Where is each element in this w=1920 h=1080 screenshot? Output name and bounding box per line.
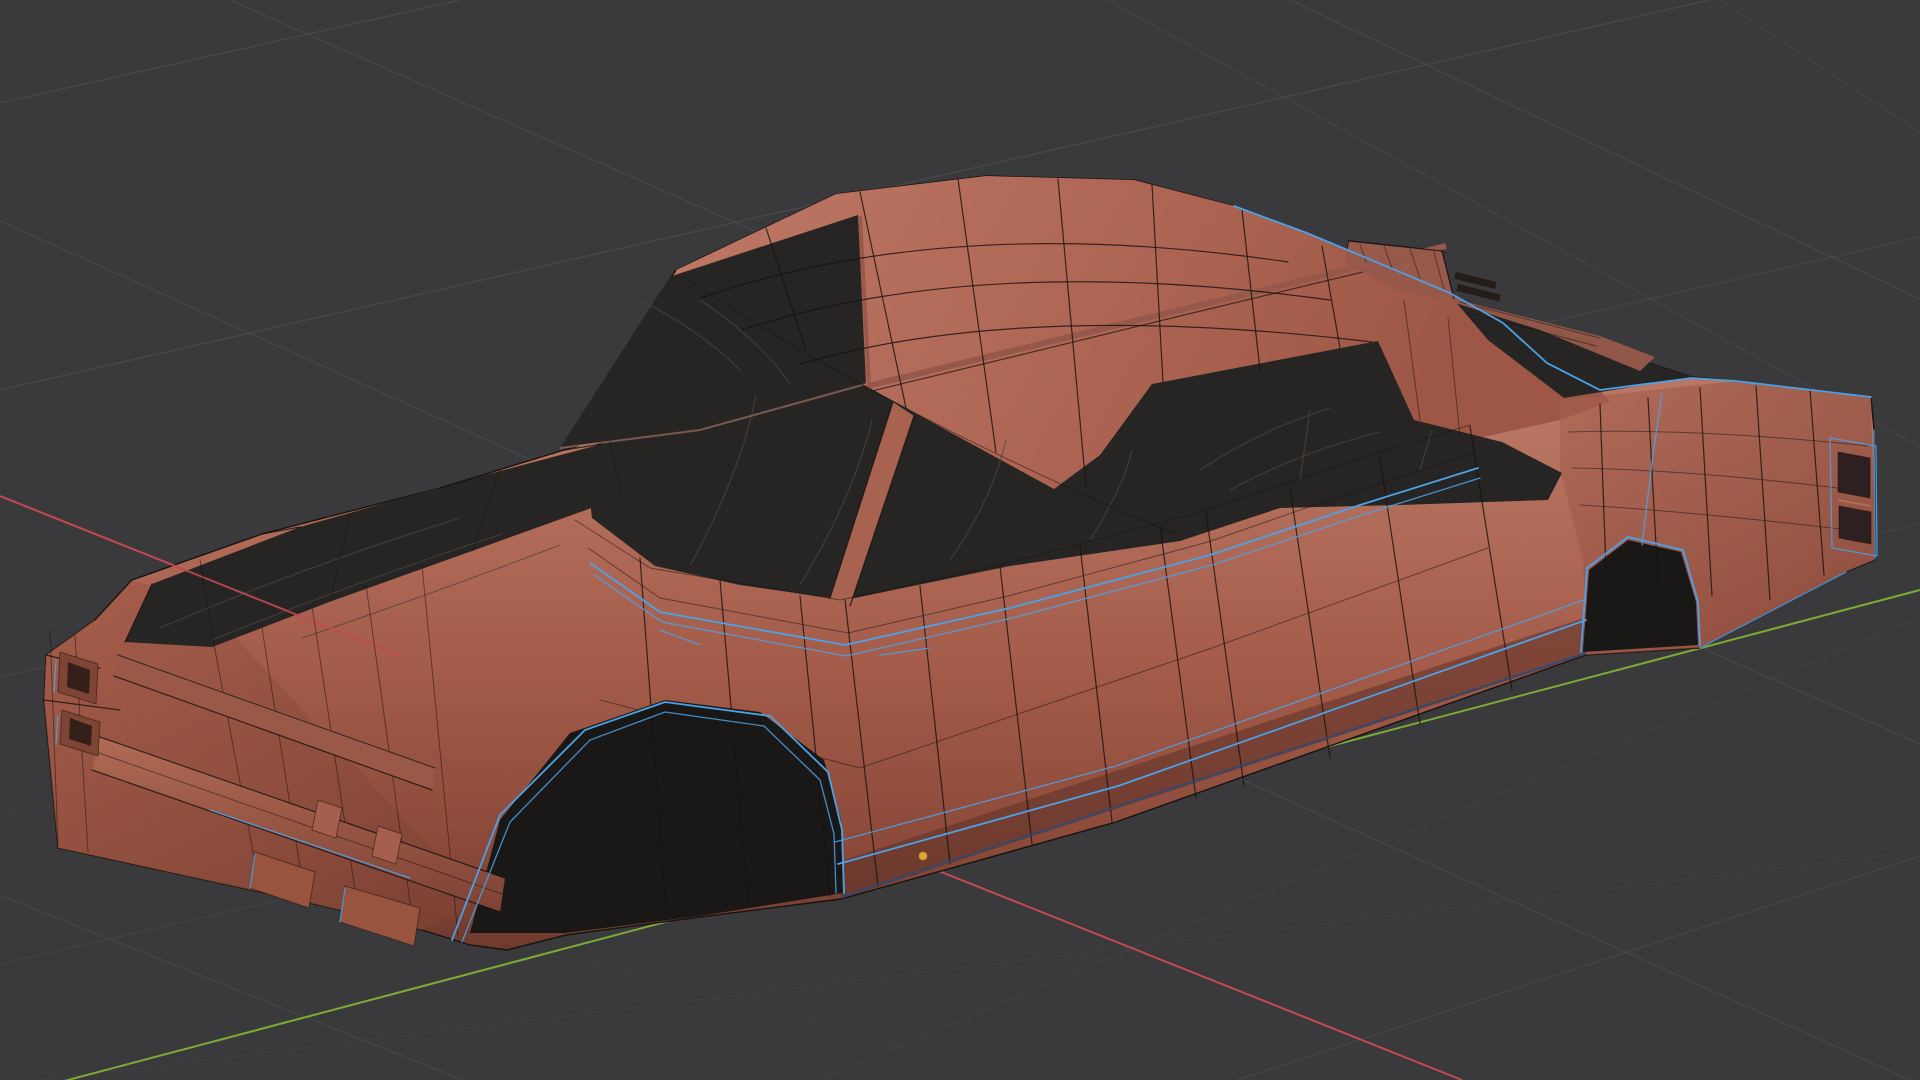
object-origin-dot <box>919 852 928 861</box>
3d-viewport-canvas[interactable] <box>0 0 1920 1080</box>
viewport-svg <box>0 0 1920 1080</box>
